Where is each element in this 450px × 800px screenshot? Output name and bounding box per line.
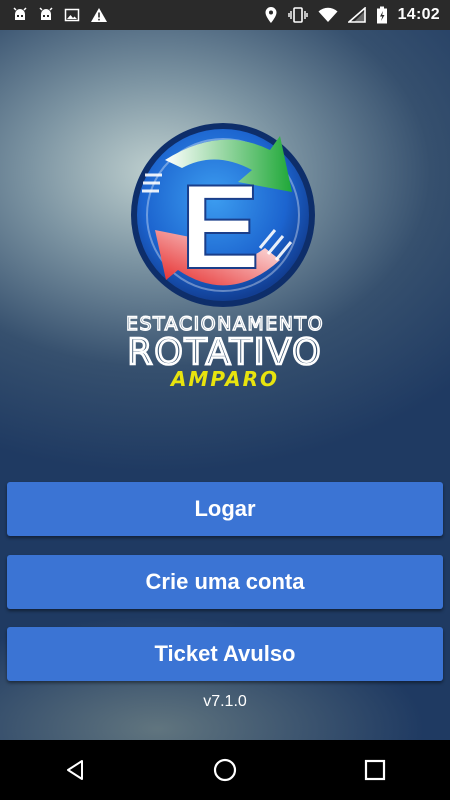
battery-icon (376, 6, 388, 24)
clock: 14:02 (397, 6, 440, 23)
warning-icon (90, 7, 108, 23)
app-screen: E ESTACIONAMENTO ROTATIVO AMPARO Logar C… (0, 30, 450, 740)
signal-icon (347, 7, 366, 23)
recents-icon[interactable] (345, 740, 405, 800)
image-icon (64, 7, 80, 23)
vibrate-icon (287, 7, 308, 23)
location-icon (264, 6, 278, 24)
status-bar: 14:02 (0, 0, 450, 30)
android-icon (38, 7, 54, 23)
home-icon[interactable] (195, 740, 255, 800)
ticket-avulso-button[interactable]: Ticket Avulso (7, 627, 443, 681)
login-button[interactable]: Logar (7, 482, 443, 536)
navigation-bar (0, 740, 450, 800)
app-version: v7.1.0 (203, 693, 247, 710)
logo-line3: AMPARO (169, 367, 279, 390)
back-icon[interactable] (45, 740, 105, 800)
create-account-button[interactable]: Crie uma conta (7, 555, 443, 609)
app-logo: E ESTACIONAMENTO ROTATIVO AMPARO (125, 123, 323, 390)
logo-letter: E (180, 160, 260, 294)
wifi-icon (318, 7, 338, 23)
android-icon (12, 7, 28, 23)
